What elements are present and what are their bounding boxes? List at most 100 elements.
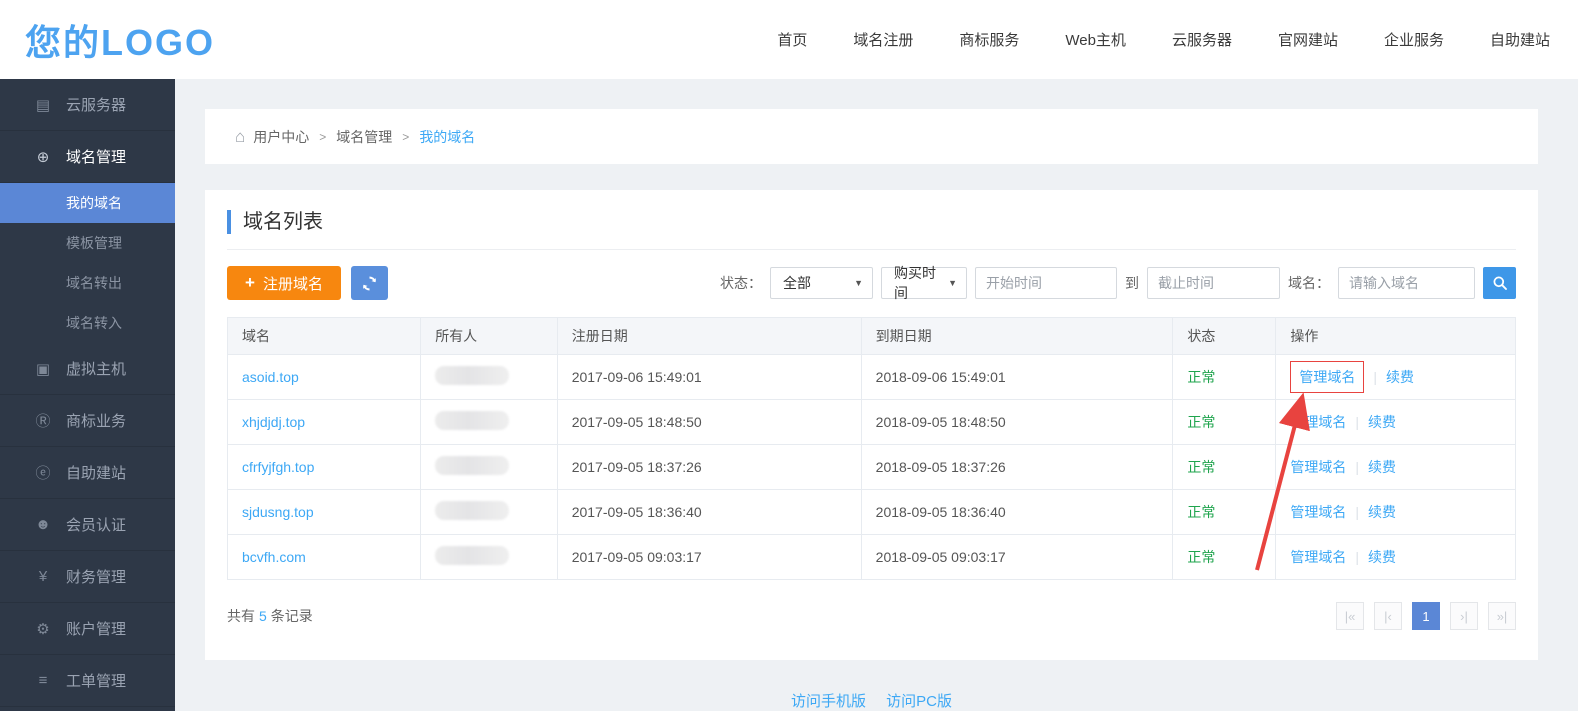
sidebar-item-ticket-management[interactable]: ≡ 工单管理 (0, 655, 175, 707)
manage-domain-link[interactable]: 管理域名 (1290, 414, 1346, 430)
home-icon: ⌂ (235, 127, 245, 147)
submenu-item-domain-transfer-in[interactable]: 域名转入 (0, 303, 175, 343)
domain-link[interactable]: xhjdjdj.top (242, 414, 305, 430)
page-footer: 访问手机版 访问PC版 (205, 690, 1538, 711)
sidebar-item-cloud-server[interactable]: ▤ 云服务器 (0, 79, 175, 131)
pagination-last-button[interactable]: »| (1488, 602, 1516, 630)
sidebar-item-virtual-hosting[interactable]: ▣ 虚拟主机 (0, 343, 175, 395)
submenu-item-template-management[interactable]: 模板管理 (0, 223, 175, 263)
table-row: cfrfyjfgh.top 2017-09-05 18:37:26 2018-0… (228, 445, 1516, 490)
status-badge: 正常 (1187, 369, 1215, 385)
table-row: sjdusng.top 2017-09-05 18:36:40 2018-09-… (228, 490, 1516, 535)
renew-link[interactable]: 续费 (1368, 414, 1396, 430)
owner-redacted (435, 456, 509, 475)
status-filter-label: 状态： (720, 273, 762, 293)
search-button[interactable] (1483, 267, 1516, 299)
domain-search-input[interactable] (1338, 267, 1475, 299)
register-domain-button[interactable]: + 注册域名 (227, 266, 341, 300)
manage-domain-link[interactable]: 管理域名 (1290, 459, 1346, 475)
to-label: 到 (1125, 273, 1139, 293)
breadcrumb: ⌂ 用户中心 > 域名管理 > 我的域名 (205, 109, 1538, 164)
breadcrumb-user-center[interactable]: 用户中心 (253, 127, 309, 147)
submenu-item-domain-transfer-out[interactable]: 域名转出 (0, 263, 175, 303)
toolbar: + 注册域名 状态： 全部 (227, 266, 1516, 300)
manage-domain-link[interactable]: 管理域名 (1299, 369, 1355, 385)
sidebar-item-label: 商标业务 (66, 410, 126, 431)
registration-date: 2017-09-05 18:48:50 (557, 400, 861, 445)
domain-link[interactable]: asoid.top (242, 369, 299, 385)
nav-self-service-site[interactable]: 自助建站 (1490, 29, 1550, 50)
col-header-expiry-date: 到期日期 (861, 318, 1173, 355)
manage-domain-link[interactable]: 管理域名 (1290, 549, 1346, 565)
nav-website-builder[interactable]: 官网建站 (1278, 29, 1338, 50)
gear-icon: ⚙ (33, 620, 53, 638)
status-badge: 正常 (1187, 414, 1215, 430)
sidebar-item-member-verification[interactable]: ☻ 会员认证 (0, 499, 175, 551)
sidebar-item-account-management[interactable]: ⚙ 账户管理 (0, 603, 175, 655)
ticket-icon: ≡ (33, 672, 53, 689)
nav-cloud-server[interactable]: 云服务器 (1172, 29, 1232, 50)
end-date-input[interactable] (1147, 267, 1280, 299)
mobile-version-link[interactable]: 访问手机版 (791, 693, 866, 710)
sidebar-item-trademark-business[interactable]: Ⓡ 商标业务 (0, 395, 175, 447)
expiry-date: 2018-09-06 15:49:01 (861, 355, 1173, 400)
pagination-next-button[interactable]: ›| (1450, 602, 1478, 630)
pagination-prev-button[interactable]: |‹ (1374, 602, 1402, 630)
owner-redacted (435, 501, 509, 520)
record-count-number: 5 (259, 608, 267, 624)
table-row: xhjdjdj.top 2017-09-05 18:48:50 2018-09-… (228, 400, 1516, 445)
sidebar-item-label: 虚拟主机 (66, 358, 126, 379)
top-header: 您的LOGO 首页 域名注册 商标服务 Web主机 云服务器 官网建站 企业服务… (0, 0, 1578, 79)
sidebar-item-finance-management[interactable]: ¥ 财务管理 (0, 551, 175, 603)
renew-link[interactable]: 续费 (1368, 504, 1396, 520)
sidebar-item-label: 会员认证 (66, 514, 126, 535)
breadcrumb-my-domains: 我的域名 (419, 127, 475, 147)
start-date-input[interactable] (975, 267, 1117, 299)
yen-icon: ¥ (33, 568, 53, 585)
nav-domain-register[interactable]: 域名注册 (853, 29, 913, 50)
breadcrumb-separator: > (319, 130, 326, 144)
record-count: 共有5条记录 (227, 606, 313, 626)
status-select[interactable]: 全部 ▼ (770, 267, 873, 299)
panel-footer: 共有5条记录 |« |‹ 1 ›| »| (227, 602, 1516, 630)
table-header-row: 域名 所有人 注册日期 到期日期 状态 操作 (228, 318, 1516, 355)
owner-redacted (435, 411, 509, 430)
sidebar-item-label: 财务管理 (66, 566, 126, 587)
col-header-owner: 所有人 (421, 318, 558, 355)
filter-bar: 状态： 全部 ▼ 购买时间 ▼ 到 域名： (720, 267, 1516, 299)
highlight-box: 管理域名 (1290, 361, 1364, 393)
nav-trademark-service[interactable]: 商标服务 (959, 29, 1019, 50)
sidebar-item-domain-management[interactable]: ⊕ 域名管理 (0, 131, 175, 183)
pagination-first-button[interactable]: |« (1336, 602, 1364, 630)
time-type-select[interactable]: 购买时间 ▼ (881, 267, 967, 299)
domain-link[interactable]: cfrfyjfgh.top (242, 459, 314, 475)
pagination-page-1[interactable]: 1 (1412, 602, 1440, 630)
domain-table-wrap: 域名 所有人 注册日期 到期日期 状态 操作 asoid.top 2017-0 (227, 317, 1516, 580)
expiry-date: 2018-09-05 09:03:17 (861, 535, 1173, 580)
expiry-date: 2018-09-05 18:37:26 (861, 445, 1173, 490)
nav-enterprise-service[interactable]: 企业服务 (1384, 29, 1444, 50)
submenu-item-my-domains[interactable]: 我的域名 (0, 183, 175, 223)
manage-domain-link[interactable]: 管理域名 (1290, 504, 1346, 520)
server-icon: ▤ (33, 96, 53, 114)
expiry-date: 2018-09-05 18:48:50 (861, 400, 1173, 445)
nav-home[interactable]: 首页 (777, 29, 807, 50)
breadcrumb-separator: > (402, 130, 409, 144)
sitebuilder-icon: ⓔ (33, 462, 53, 483)
status-badge: 正常 (1187, 504, 1215, 520)
col-header-action: 操作 (1276, 318, 1516, 355)
renew-link[interactable]: 续费 (1386, 369, 1414, 385)
owner-redacted (435, 546, 509, 565)
domain-list-panel: 域名列表 + 注册域名 (205, 190, 1538, 660)
domain-link[interactable]: bcvfh.com (242, 549, 306, 565)
sidebar-item-self-service-site[interactable]: ⓔ 自助建站 (0, 447, 175, 499)
nav-web-hosting[interactable]: Web主机 (1065, 29, 1126, 50)
refresh-button[interactable] (351, 266, 388, 300)
domain-link[interactable]: sjdusng.top (242, 504, 314, 520)
col-header-domain: 域名 (228, 318, 421, 355)
renew-link[interactable]: 续费 (1368, 549, 1396, 565)
breadcrumb-domain-management[interactable]: 域名管理 (336, 127, 392, 147)
renew-link[interactable]: 续费 (1368, 459, 1396, 475)
pc-version-link[interactable]: 访问PC版 (886, 693, 952, 710)
chevron-down-icon: ▼ (854, 278, 863, 288)
